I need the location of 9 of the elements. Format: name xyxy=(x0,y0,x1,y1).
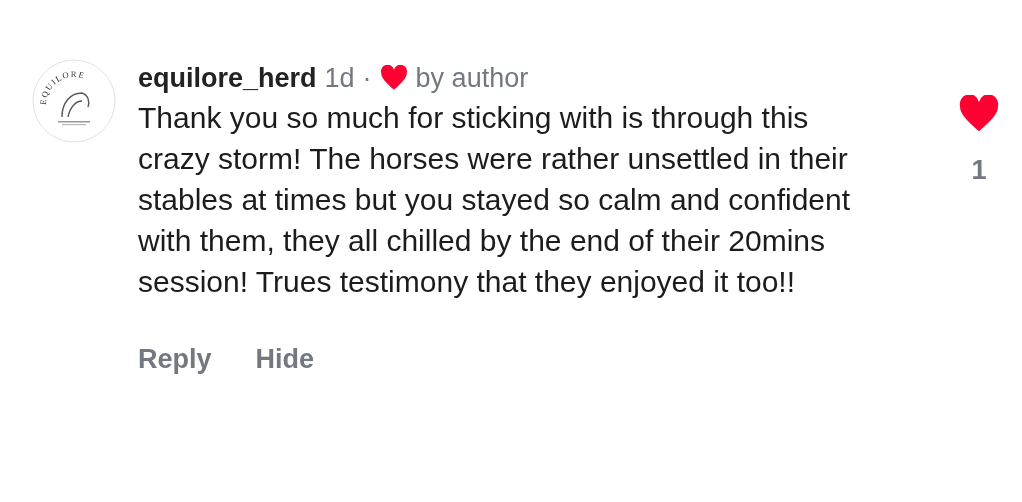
heart-icon[interactable] xyxy=(958,95,1000,133)
author-like-label: by author xyxy=(415,62,529,94)
comment-text: Thank you so much for sticking with is through this crazy storm! The horses were rather unsettled in their stables at times but you stayed so calm and confident with them, they all chilled by the end of their 20mins session! Trues testimony that they enjoyed it too!! xyxy=(138,100,852,300)
action-link[interactable]: Hide xyxy=(255,344,315,375)
action-link[interactable]: Reply xyxy=(138,344,212,375)
comment-time: 1d xyxy=(324,62,355,94)
separator-dot: · xyxy=(362,62,372,94)
username[interactable]: equilore_herd xyxy=(138,62,317,94)
like-count: 1 xyxy=(971,155,987,186)
